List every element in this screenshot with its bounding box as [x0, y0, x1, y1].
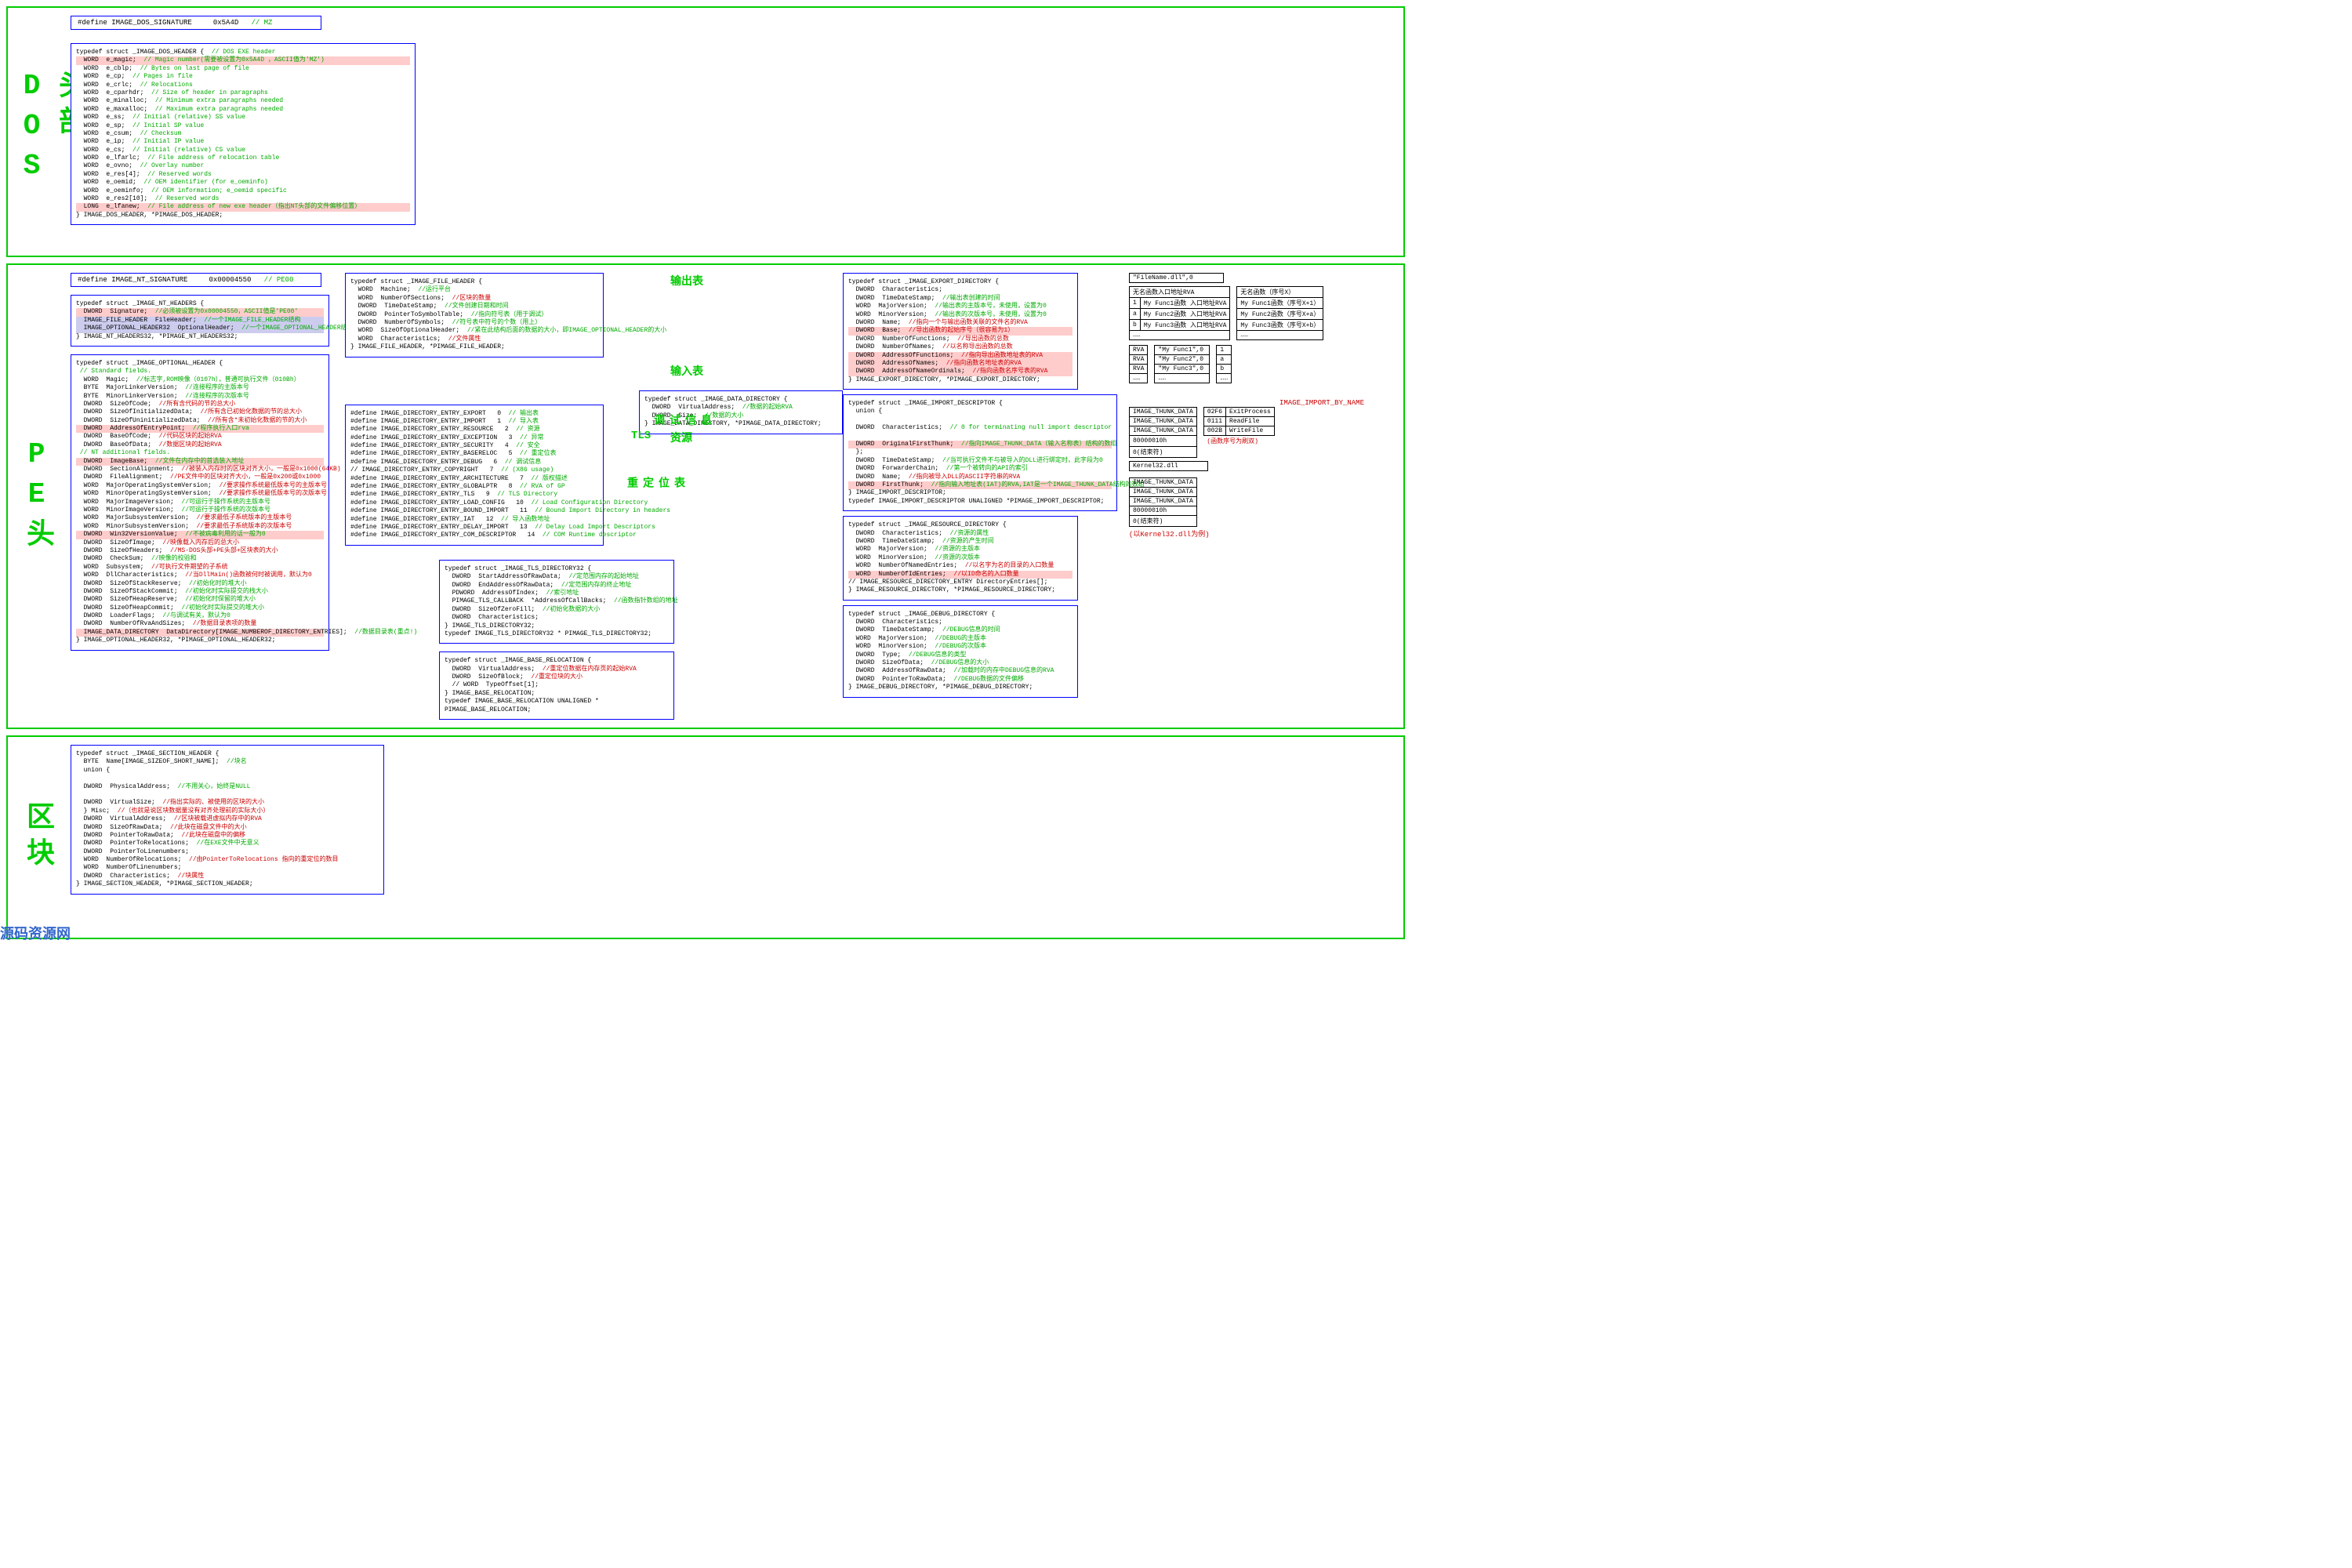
section-blocks: 区块 typedef struct _IMAGE_SECTION_HEADER …: [6, 735, 1405, 939]
def-name: #define IMAGE_DOS_SIGNATURE: [78, 19, 192, 27]
def-val: 0x00004550: [209, 276, 251, 284]
base-relocation-struct: typedef struct _IMAGE_BASE_RELOCATION { …: [439, 652, 674, 720]
section-dos: DOS头部 #define IMAGE_DOS_SIGNATURE 0x5A4D…: [6, 6, 1405, 257]
section-pe: PE头 #define IMAGE_NT_SIGNATURE 0x0000455…: [6, 263, 1405, 729]
label-export: 输出表: [670, 273, 703, 289]
nt-signature-define: #define IMAGE_NT_SIGNATURE 0x00004550 //…: [71, 273, 321, 287]
dos-header-struct: typedef struct _IMAGE_DOS_HEADER { // DO…: [71, 43, 416, 225]
import-example-tables: IMAGE_IMPORT_BY_NAMEIMAGE_THUNK_DATA02F6…: [1129, 399, 1364, 539]
export-directory-struct: typedef struct _IMAGE_EXPORT_DIRECTORY {…: [843, 273, 1078, 390]
label-tls: TLS: [631, 430, 651, 442]
label-import: 输入表: [670, 363, 703, 379]
label-resource: 资源: [670, 430, 692, 445]
def-cmt: // PE00: [264, 276, 294, 284]
data-directory-struct: typedef struct _IMAGE_DATA_DIRECTORY { D…: [639, 390, 843, 434]
section-header-struct: typedef struct _IMAGE_SECTION_HEADER { B…: [71, 745, 384, 895]
label-reloc: 重定位表: [623, 477, 686, 488]
optional-header-struct: typedef struct _IMAGE_OPTIONAL_HEADER { …: [71, 354, 329, 651]
dos-signature-define: #define IMAGE_DOS_SIGNATURE 0x5A4D // MZ: [71, 16, 321, 30]
section-label-blocks: 区块: [16, 801, 56, 873]
watermark: 源码资源网: [0, 923, 71, 943]
label-debug: 调试信息: [650, 414, 713, 425]
def-cmt: // MZ: [251, 19, 272, 27]
resource-directory-struct: typedef struct _IMAGE_RESOURCE_DIRECTORY…: [843, 516, 1078, 601]
tls-directory-struct: typedef struct _IMAGE_TLS_DIRECTORY32 { …: [439, 560, 674, 644]
section-label-pe: PE头: [16, 438, 56, 554]
export-example-tables: "FileName.dll",0无名函数入口地址RVA无名函数（序号X）1My …: [1129, 273, 1364, 383]
debug-directory-struct: typedef struct _IMAGE_DEBUG_DIRECTORY { …: [843, 605, 1078, 698]
nt-headers-struct: typedef struct _IMAGE_NT_HEADERS { DWORD…: [71, 295, 329, 347]
file-header-struct: typedef struct _IMAGE_FILE_HEADER { WORD…: [345, 273, 604, 358]
def-name: #define IMAGE_NT_SIGNATURE: [78, 276, 187, 284]
def-val: 0x5A4D: [213, 19, 238, 27]
directory-entries: #define IMAGE_DIRECTORY_ENTRY_EXPORT 0 /…: [345, 405, 604, 546]
import-descriptor-struct: typedef struct _IMAGE_IMPORT_DESCRIPTOR …: [843, 394, 1117, 511]
